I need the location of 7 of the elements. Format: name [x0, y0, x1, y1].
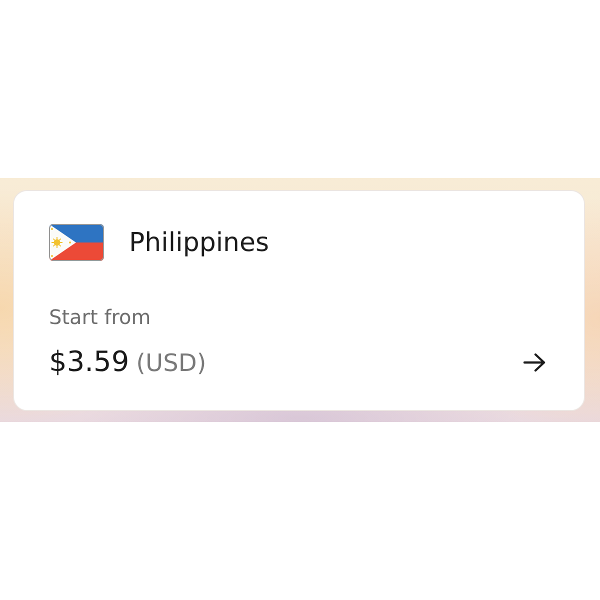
country-name: Philippines: [129, 226, 270, 258]
philippine-flag-icon: [49, 224, 104, 261]
arrow-right-icon: [523, 352, 546, 372]
currency-label: (USD): [136, 348, 206, 378]
start-from-label: Start from: [49, 305, 151, 329]
destination-card[interactable]: Philippines Start from $3.59 (USD): [13, 190, 585, 411]
price-amount: $3.59: [49, 345, 130, 379]
